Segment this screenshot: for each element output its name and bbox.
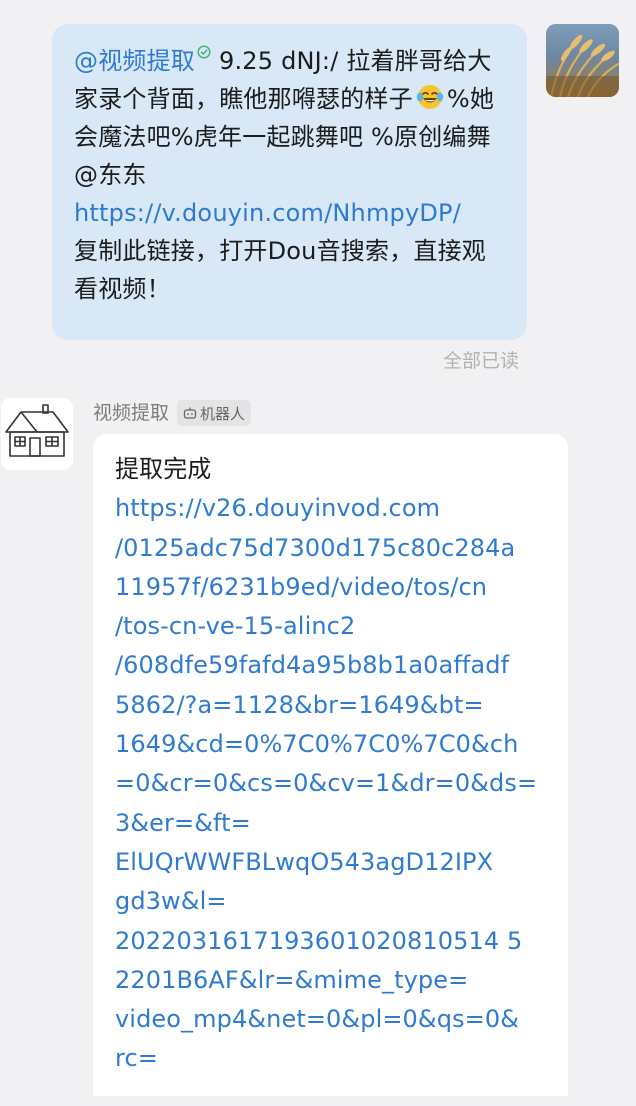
video-link-line[interactable]: 1649&cd=0%7C0%7C0%7C0&ch (115, 725, 548, 764)
bottom-strip (0, 1096, 636, 1106)
sender-name[interactable]: 视频提取 (93, 398, 169, 428)
video-link-line[interactable]: https://v26.douyinvod.com (115, 489, 548, 528)
video-link-line[interactable]: /tos-cn-ve-15-alinc2 (115, 607, 548, 646)
douyin-share-link[interactable]: https://v.douyin.com/NhmpyDP/ (74, 199, 461, 227)
sender-row: 视频提取 机器人 (93, 398, 252, 428)
self-avatar[interactable] (546, 24, 619, 97)
chat-view: @视频提取 9.25 dNJ:/ 拉着胖哥给大家录个背面，瞧他那嘚瑟的样子 %她会… (0, 0, 636, 1106)
video-link-line[interactable]: video_mp4&net=0&pl=0&qs=0& (115, 1000, 548, 1039)
check-circle-icon (197, 45, 211, 59)
video-link-line[interactable]: /608dfe59fafd4a95b8b1a0affadf (115, 646, 548, 685)
outgoing-message-bubble[interactable]: @视频提取 9.25 dNJ:/ 拉着胖哥给大家录个背面，瞧他那嘚瑟的样子 %她会… (52, 24, 527, 340)
house-icon (5, 404, 69, 457)
tears-of-joy-emoji (416, 85, 444, 109)
extraction-complete-text: 提取完成 (115, 455, 212, 483)
bot-avatar[interactable] (1, 398, 73, 470)
wheat-field-avatar-image (546, 24, 619, 97)
mention-link[interactable]: @视频提取 (74, 47, 195, 75)
message-tail: 复制此链接，打开Dou音搜索，直接观看视频！ (74, 237, 486, 303)
video-link-line[interactable]: 2022031617193601020810514 5 (115, 922, 548, 961)
video-link-line[interactable]: ElUQrWWFBLwqO543agD12IPX (115, 843, 548, 882)
video-link-line[interactable]: 11957f/6231b9ed/video/tos/cn (115, 568, 548, 607)
incoming-message-bubble[interactable]: 提取完成 https://v26.douyinvod.com /0125adc7… (93, 434, 568, 1106)
video-link-line[interactable]: 5862/?a=1128&br=1649&bt= (115, 686, 548, 725)
video-link-line[interactable]: rc= (115, 1039, 548, 1078)
robot-badge: 机器人 (177, 400, 252, 426)
robot-badge-label: 机器人 (200, 404, 246, 423)
video-link-line[interactable]: 3&er=&ft= (115, 804, 548, 843)
video-link-line[interactable]: gd3w&l= (115, 882, 548, 921)
robot-icon (183, 407, 197, 419)
video-link-line[interactable]: /0125adc75d7300d175c80c284a (115, 529, 548, 568)
video-link-line[interactable]: =0&cr=0&cs=0&cv=1&dr=0&ds= (115, 764, 548, 803)
video-link-line[interactable]: 2201B6AF&lr=&mime_type= (115, 961, 548, 1000)
read-status: 全部已读 (442, 350, 519, 372)
